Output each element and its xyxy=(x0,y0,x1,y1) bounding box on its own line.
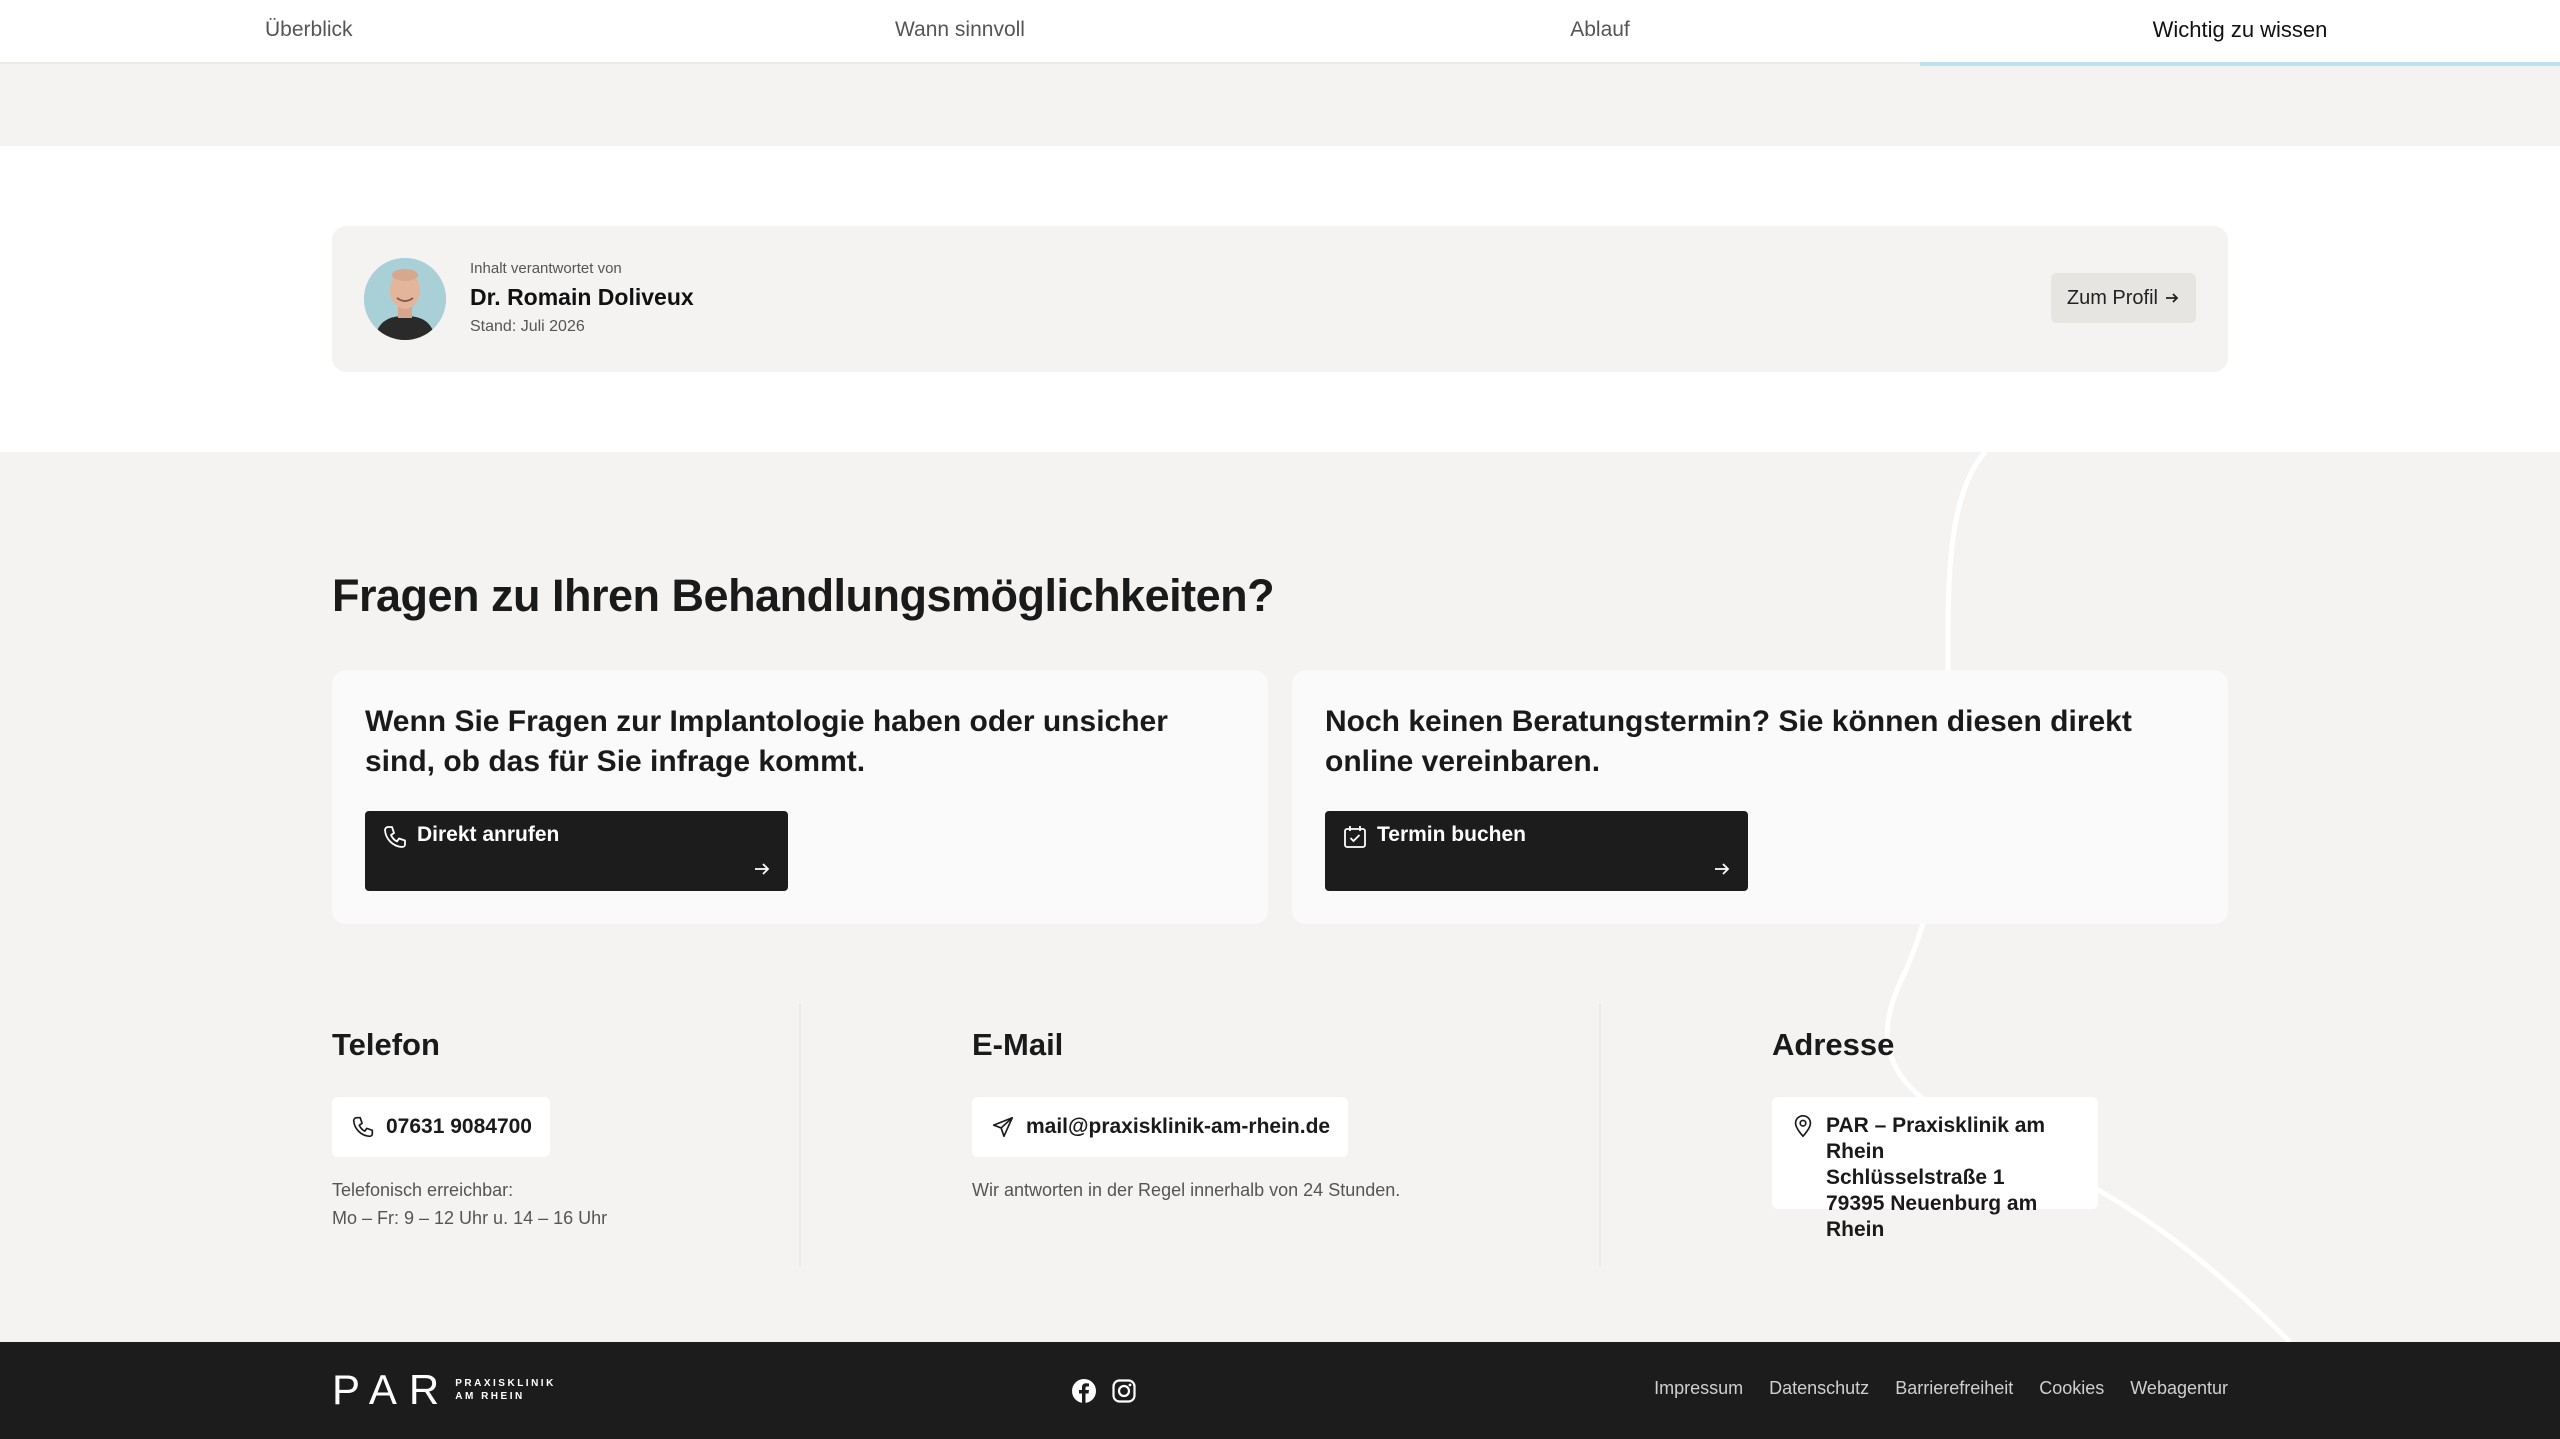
send-icon xyxy=(992,1116,1014,1138)
footer-link-webagentur[interactable]: Webagentur xyxy=(2130,1378,2228,1399)
author-name: Dr. Romain Doliveux xyxy=(470,284,694,310)
tab-wichtig-zu-wissen[interactable]: Wichtig zu wissen xyxy=(1920,0,2560,66)
logo-sub-line: PRAXISKLINIK xyxy=(455,1378,556,1389)
address-lines: PAR – Praxisklinik am Rhein Schlüsselstr… xyxy=(1826,1113,2080,1243)
address-column: Adresse xyxy=(1772,1027,1894,1063)
logo-main: PAR xyxy=(332,1366,452,1413)
phone-icon xyxy=(352,1116,374,1138)
tab-ueberblick[interactable]: Überblick xyxy=(0,0,640,64)
phone-number: 07631 9084700 xyxy=(386,1115,532,1138)
arrow-right-icon xyxy=(1715,863,1730,875)
calendar-check-icon xyxy=(1344,826,1366,848)
footer-link-cookies[interactable]: Cookies xyxy=(2039,1378,2104,1399)
logo-sub-line: AM RHEIN xyxy=(455,1391,525,1402)
email-note: Wir antworten in der Regel innerhalb von… xyxy=(972,1180,1401,1200)
phone-icon xyxy=(384,826,406,848)
cta-card-call: Wenn Sie Fragen zur Implantologie haben … xyxy=(332,670,1268,924)
book-appointment-button[interactable]: Termin buchen xyxy=(1325,811,1748,891)
phone-hours-value: Mo – Fr: 9 – 12 Uhr u. 14 – 16 Uhr xyxy=(332,1208,608,1228)
avatar xyxy=(364,258,446,340)
address-line: Schlüsselstraße 1 xyxy=(1826,1166,2005,1189)
phone-link[interactable]: 07631 9084700 xyxy=(332,1097,550,1157)
footer-link-barrierefreiheit[interactable]: Barrierefreiheit xyxy=(1895,1378,2013,1399)
footer-link-datenschutz[interactable]: Datenschutz xyxy=(1769,1378,1869,1399)
footer-link-impressum[interactable]: Impressum xyxy=(1654,1378,1743,1399)
call-button[interactable]: Direkt anrufen xyxy=(365,811,788,891)
author-card: Inhalt verantwortet von Dr. Romain Doliv… xyxy=(332,226,2228,372)
profile-button[interactable]: Zum Profil xyxy=(2050,273,2196,323)
phone-hours: Telefonisch erreichbar: Mo – Fr: 9 – 12 … xyxy=(332,1176,607,1232)
address-line: 79395 Neuenburg am Rhein xyxy=(1826,1192,2038,1241)
email-title: E-Mail xyxy=(972,1027,1064,1062)
call-button-label: Direkt anrufen xyxy=(417,823,560,846)
phone-column: Telefon xyxy=(332,1027,440,1063)
email-address: mail@praxisklinik-am-rhein.de xyxy=(1026,1115,1331,1138)
book-button-label: Termin buchen xyxy=(1377,823,1526,846)
author-caption: Inhalt verantwortet von xyxy=(470,260,622,277)
cta-heading: Fragen zu Ihren Behandlungsmöglichkeiten… xyxy=(332,570,1275,621)
facebook-icon[interactable] xyxy=(1071,1378,1097,1404)
logo-sub: PRAXISKLINIK AM RHEIN xyxy=(455,1377,556,1403)
cta-card-text: Wenn Sie Fragen zur Implantologie haben … xyxy=(365,705,1168,778)
section-tabs: Überblick Wann sinnvoll Ablauf Wichtig z… xyxy=(0,0,2560,66)
arrow-right-icon xyxy=(2166,293,2179,303)
logo[interactable]: PAR PRAXISKLINIK AM RHEIN xyxy=(332,1366,556,1413)
tab-label: Wichtig zu wissen xyxy=(2152,17,2328,42)
phone-title: Telefon xyxy=(332,1027,440,1062)
instagram-icon[interactable] xyxy=(1111,1378,1137,1404)
author-date: Stand: Juli 2026 xyxy=(470,318,585,335)
email-link[interactable]: mail@praxisklinik-am-rhein.de xyxy=(972,1097,1349,1157)
tab-wann-sinnvoll[interactable]: Wann sinnvoll xyxy=(640,0,1280,64)
spacer-band xyxy=(0,66,2560,146)
arrow-right-icon xyxy=(755,863,770,875)
column-divider xyxy=(1599,1004,1601,1266)
profile-button-label: Zum Profil xyxy=(2066,286,2158,309)
tab-label: Wann sinnvoll xyxy=(895,18,1025,41)
tab-label: Überblick xyxy=(265,18,353,41)
tab-label: Ablauf xyxy=(1570,18,1630,41)
cta-card-booking: Noch keinen Beratungstermin? Sie können … xyxy=(1292,670,2228,924)
footer: PAR PRAXISKLINIK AM RHEIN Impressum Date… xyxy=(0,1342,2560,1439)
column-divider xyxy=(799,1004,801,1266)
tab-ablauf[interactable]: Ablauf xyxy=(1280,0,1920,64)
email-column: E-Mail xyxy=(972,1027,1063,1063)
social-links xyxy=(1071,1378,1137,1404)
address-link[interactable]: PAR – Praxisklinik am Rhein Schlüsselstr… xyxy=(1772,1097,2098,1241)
address-line: PAR – Praxisklinik am Rhein xyxy=(1826,1114,2046,1163)
map-pin-icon xyxy=(1794,1114,1812,1138)
phone-hours-label: Telefonisch erreichbar: xyxy=(332,1180,514,1200)
cta-card-text: Noch keinen Beratungstermin? Sie können … xyxy=(1325,705,2132,778)
footer-links: Impressum Datenschutz Barrierefreiheit C… xyxy=(1654,1378,2228,1399)
address-title: Adresse xyxy=(1772,1027,1895,1062)
contact-section: Fragen zu Ihren Behandlungsmöglichkeiten… xyxy=(0,452,2560,1342)
